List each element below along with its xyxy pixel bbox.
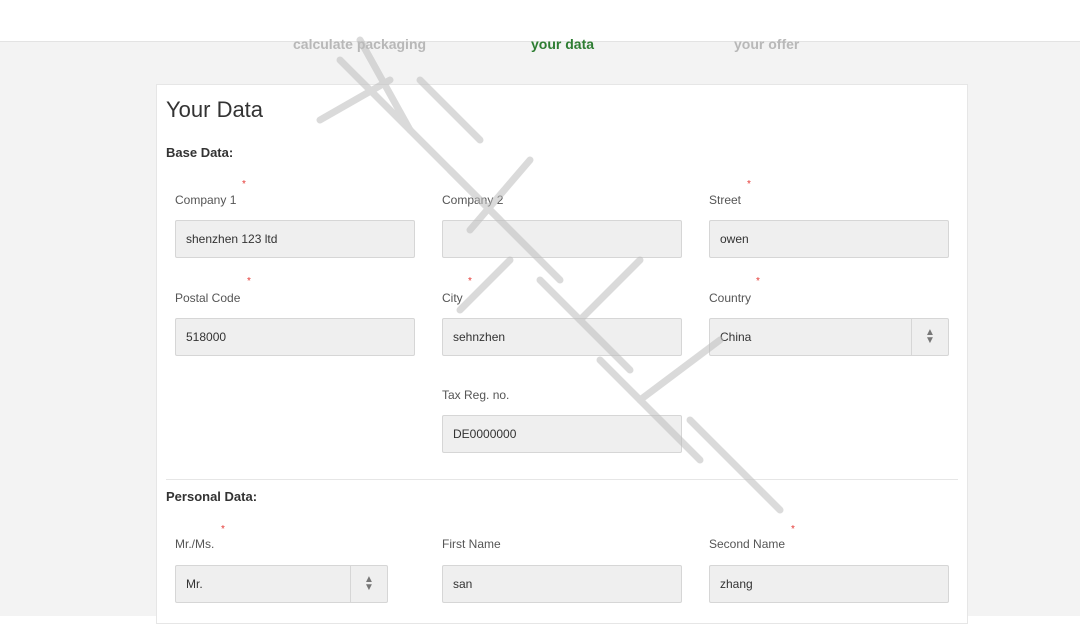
country-select[interactable]: China ▲ ▼ [709, 318, 949, 356]
tax-reg-input[interactable] [442, 415, 682, 453]
postal-code-label: Postal Code [175, 291, 241, 305]
required-marker: * [247, 276, 251, 287]
section-divider [166, 479, 958, 480]
country-label: Country [709, 291, 752, 305]
checkout-steps: calculate packaging your data your offer [0, 32, 1080, 56]
city-input[interactable] [442, 318, 682, 356]
base-data-heading: Base Data: [166, 145, 234, 160]
second-name-input[interactable] [709, 565, 949, 603]
step-your-offer[interactable]: your offer [734, 36, 799, 52]
tax-reg-label: Tax Reg. no. [442, 388, 510, 402]
required-marker: * [747, 179, 751, 190]
page-title: Your Data [166, 97, 264, 122]
street-input[interactable] [709, 220, 949, 258]
chevron-updown-icon[interactable]: ▲ ▼ [350, 566, 387, 602]
required-marker: * [791, 524, 795, 535]
required-marker: * [242, 179, 246, 190]
required-marker: * [468, 276, 472, 287]
your-data-card: Your Data Base Data: * Company 1 Company… [156, 84, 968, 624]
first-name-label: First Name [442, 537, 501, 551]
company2-label: Company 2 [442, 193, 504, 207]
country-select-value: China [720, 330, 752, 344]
salutation-select[interactable]: Mr. ▲ ▼ [175, 565, 388, 603]
company1-label: Company 1 [175, 193, 237, 207]
company2-input[interactable] [442, 220, 682, 258]
step-your-data[interactable]: your data [531, 36, 594, 52]
step-calculate-packaging[interactable]: calculate packaging [293, 36, 426, 52]
city-label: City [442, 291, 463, 305]
personal-data-heading: Personal Data: [166, 489, 258, 504]
postal-code-input[interactable] [175, 318, 415, 356]
street-label: Street [709, 193, 742, 207]
second-name-label: Second Name [709, 537, 786, 551]
salutation-select-value: Mr. [186, 577, 203, 591]
company1-input[interactable] [175, 220, 415, 258]
required-marker: * [756, 276, 760, 287]
chevron-updown-icon[interactable]: ▲ ▼ [911, 319, 948, 355]
first-name-input[interactable] [442, 565, 682, 603]
required-marker: * [221, 524, 225, 535]
salutation-label: Mr./Ms. [175, 537, 215, 551]
